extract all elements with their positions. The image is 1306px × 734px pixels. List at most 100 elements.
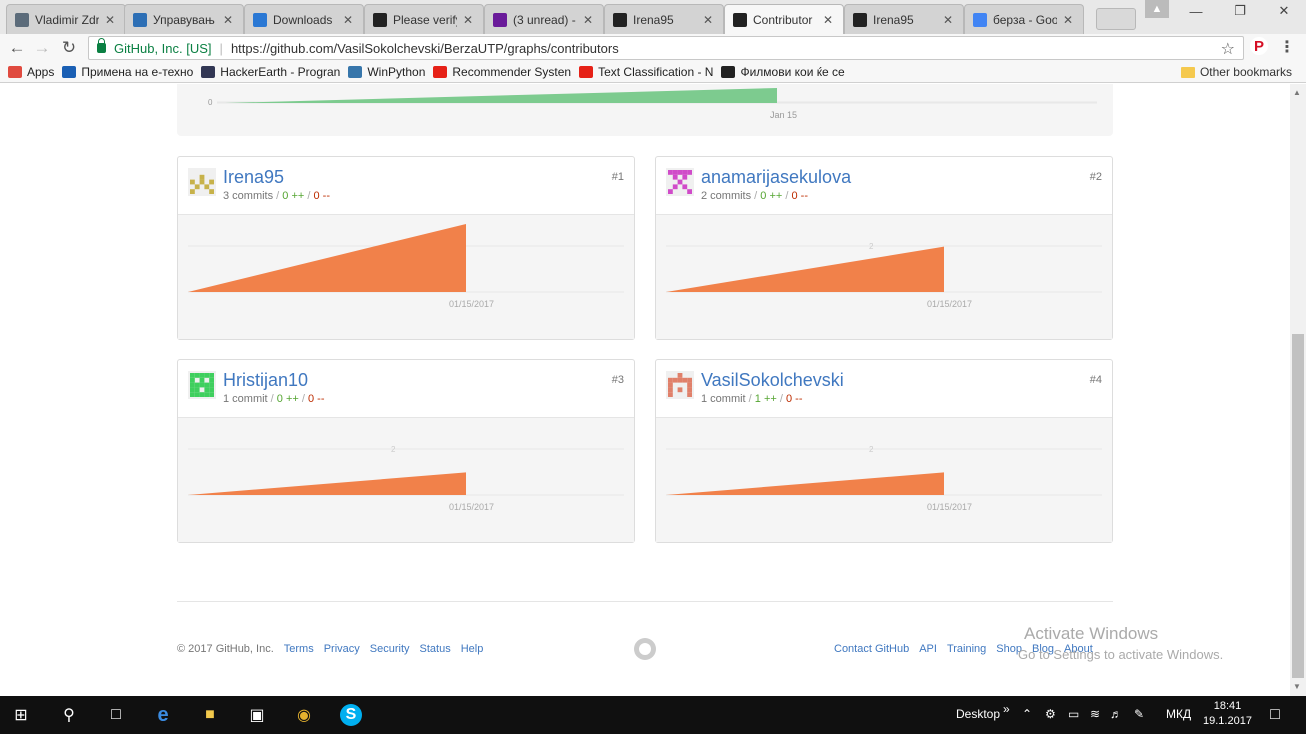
footer-link[interactable]: Privacy: [324, 643, 360, 655]
identicon-svg: [188, 371, 216, 399]
restore-icon[interactable]: ❐: [1218, 0, 1262, 22]
browser-tab[interactable]: Please verify ✕: [364, 4, 484, 34]
identicon-cell: [687, 392, 692, 397]
commit-area: [188, 472, 466, 495]
footer-link[interactable]: Status: [420, 643, 451, 655]
wifi-icon[interactable]: ≋: [1090, 707, 1100, 721]
tab-close-icon[interactable]: ✕: [941, 13, 955, 27]
toolbar-expand-icon[interactable]: »: [1003, 702, 1010, 716]
file-explorer-icon[interactable]: ■: [199, 704, 221, 726]
identicon-cell: [672, 170, 678, 175]
footer-link[interactable]: API: [919, 643, 937, 655]
scroll-thumb[interactable]: [1292, 334, 1304, 678]
footer-link[interactable]: Help: [461, 643, 484, 655]
tab-close-icon[interactable]: ✕: [701, 13, 715, 27]
bookmark-item[interactable]: Филмови кои ќе се: [721, 65, 845, 79]
scroll-down-icon[interactable]: ▼: [1293, 682, 1301, 691]
address-bar[interactable]: GitHub, Inc. [US] | https://github.com/V…: [88, 36, 1244, 60]
contributor-name-link[interactable]: Irena95: [223, 167, 284, 188]
desktop-toolbar-label[interactable]: Desktop: [956, 707, 1000, 721]
commit-count-link[interactable]: 2 commits: [701, 190, 751, 202]
avatar[interactable]: [188, 371, 216, 399]
footer-link[interactable]: Terms: [284, 643, 314, 655]
bookmark-item[interactable]: Apps: [8, 65, 54, 79]
browser-tab[interactable]: Управувањ ✕: [124, 4, 244, 34]
other-bookmarks[interactable]: Other bookmarks: [1180, 65, 1292, 79]
bookmark-star-icon[interactable]: ☆: [1221, 39, 1235, 59]
windows-start-icon[interactable]: ⊞: [10, 704, 32, 726]
browser-tab[interactable]: Contributor ✕: [724, 4, 844, 34]
youtube-icon: [579, 66, 594, 78]
tab-close-icon[interactable]: ✕: [461, 13, 475, 27]
copyright: © 2017 GitHub, Inc.: [177, 643, 274, 655]
taskbar-clock[interactable]: 18:41 19.1.2017: [1203, 699, 1252, 729]
footer-link[interactable]: Security: [370, 643, 410, 655]
chrome-menu-icon[interactable]: ⋮: [1278, 37, 1296, 57]
avatar[interactable]: [666, 371, 694, 399]
avatar[interactable]: [188, 168, 216, 196]
tab-close-icon[interactable]: ✕: [221, 13, 235, 27]
profile-icon[interactable]: ▲: [1145, 0, 1169, 18]
bookmark-item[interactable]: HackerEarth - Progran: [201, 65, 340, 79]
browser-tab[interactable]: (3 unread) - ✕: [484, 4, 604, 34]
github-logo-icon[interactable]: [634, 638, 656, 660]
bookmark-item[interactable]: Примена на е-техно: [62, 65, 193, 79]
action-center-icon[interactable]: □: [1264, 704, 1286, 726]
tab-close-icon[interactable]: ✕: [341, 13, 355, 27]
footer-link[interactable]: Training: [947, 643, 986, 655]
hidden-icons-icon[interactable]: ⌃: [1022, 707, 1032, 721]
bookmark-label: HackerEarth - Progran: [220, 65, 341, 79]
contributor-name-link[interactable]: anamarijasekulova: [701, 167, 851, 188]
forward-icon[interactable]: →: [31, 37, 53, 59]
edge-icon[interactable]: e: [152, 704, 174, 726]
x-tick-label: Jan 15: [770, 110, 797, 120]
contributor-rank: #2: [1089, 171, 1102, 183]
new-tab-button[interactable]: [1096, 8, 1136, 30]
bookmark-item[interactable]: Text Classification - N: [579, 65, 713, 79]
skype-icon[interactable]: S: [340, 704, 362, 726]
browser-tab[interactable]: Irena95 ✕: [604, 4, 724, 34]
minimize-icon[interactable]: —: [1174, 0, 1218, 22]
browser-tab[interactable]: Downloads ✕: [244, 4, 364, 34]
pen-icon[interactable]: ✎: [1134, 707, 1144, 721]
identicon-cell: [672, 377, 678, 383]
scroll-up-icon[interactable]: ▲: [1293, 88, 1301, 97]
identicon-cell: [668, 189, 673, 194]
pinterest-icon[interactable]: P: [1250, 37, 1268, 55]
tab-close-icon[interactable]: ✕: [581, 13, 595, 27]
tab-close-icon[interactable]: ✕: [103, 13, 117, 27]
contributor-name-link[interactable]: VasilSokolchevski: [701, 370, 844, 391]
commit-count-link[interactable]: 3 commits: [223, 190, 273, 202]
volume-icon[interactable]: ♬: [1110, 707, 1122, 721]
store-icon[interactable]: ▣: [246, 704, 268, 726]
commit-count-link[interactable]: 1 commit: [223, 393, 268, 405]
tab-title: (3 unread) -: [513, 12, 576, 27]
browser-tab[interactable]: Irena95 ✕: [844, 4, 964, 34]
close-window-icon[interactable]: ✕: [1262, 0, 1306, 22]
tab-close-icon[interactable]: ✕: [821, 13, 835, 27]
identicon-cell: [199, 382, 205, 388]
contributor-name-link[interactable]: Hristijan10: [223, 370, 308, 391]
chrome-icon[interactable]: ◉: [293, 704, 315, 726]
browser-tab[interactable]: берза - Goo ✕: [964, 4, 1084, 34]
task-view-icon[interactable]: □: [105, 704, 127, 726]
search-icon[interactable]: ⚲: [58, 704, 80, 726]
identicon-cell: [199, 179, 205, 185]
page-scrollbar[interactable]: ▲ ▼: [1290, 84, 1306, 696]
apps-icon: [8, 66, 22, 78]
tab-close-icon[interactable]: ✕: [1061, 13, 1075, 27]
bookmark-item[interactable]: Recommender Systen: [433, 65, 571, 79]
commit-count-link[interactable]: 1 commit: [701, 393, 746, 405]
reload-icon[interactable]: ↻: [58, 37, 80, 59]
commit-area: [188, 224, 466, 292]
identicon-cell: [687, 170, 692, 175]
footer-link[interactable]: Contact GitHub: [834, 643, 909, 655]
language-indicator[interactable]: МКД: [1166, 707, 1191, 721]
network-tray-icon[interactable]: ⚙: [1045, 707, 1056, 721]
browser-tab[interactable]: Vladimir Zdr ✕: [6, 4, 126, 34]
avatar[interactable]: [666, 168, 694, 196]
bookmark-item[interactable]: WinPython: [348, 65, 425, 79]
identicon-svg: [188, 168, 216, 196]
battery-icon[interactable]: ▭: [1068, 707, 1079, 721]
back-icon[interactable]: ←: [6, 37, 28, 59]
